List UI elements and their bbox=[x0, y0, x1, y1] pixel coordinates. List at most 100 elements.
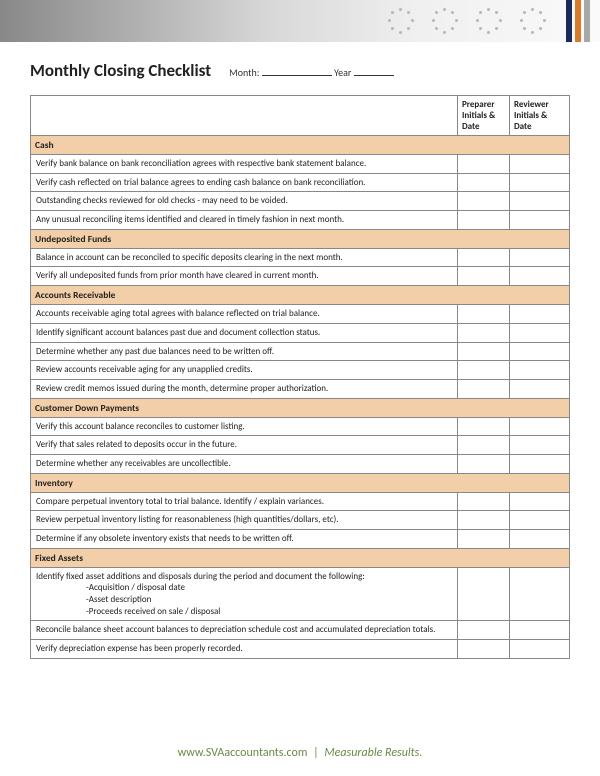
preparer-cell[interactable] bbox=[458, 379, 510, 398]
preparer-cell[interactable] bbox=[458, 192, 510, 211]
item-text: Verify that sales related to deposits oc… bbox=[31, 436, 458, 455]
item-text: Accounts receivable aging total agrees w… bbox=[31, 305, 458, 324]
preparer-cell[interactable] bbox=[458, 305, 510, 324]
preparer-cell[interactable] bbox=[458, 361, 510, 380]
month-input-line[interactable] bbox=[262, 66, 332, 76]
checklist-item: Verify depreciation expense has been pro… bbox=[31, 640, 570, 659]
preparer-cell[interactable] bbox=[458, 417, 510, 436]
top-banner bbox=[0, 0, 600, 42]
reviewer-cell[interactable] bbox=[510, 173, 570, 192]
checklist-item: Identify significant account balances pa… bbox=[31, 323, 570, 342]
section-label: Accounts Receivable bbox=[31, 286, 570, 305]
reviewer-cell[interactable] bbox=[510, 379, 570, 398]
reviewer-cell[interactable] bbox=[510, 155, 570, 174]
checklist-item: Reconcile balance sheet account balances… bbox=[31, 621, 570, 640]
item-text: Review perpetual inventory listing for r… bbox=[31, 511, 458, 530]
reviewer-cell[interactable] bbox=[510, 530, 570, 549]
decorative-dots bbox=[388, 8, 546, 34]
month-label: Month: bbox=[229, 66, 259, 79]
preparer-cell[interactable] bbox=[458, 155, 510, 174]
preparer-cell[interactable] bbox=[458, 248, 510, 267]
checklist-table: Preparer Initials & Date Reviewer Initia… bbox=[30, 95, 570, 659]
checklist-item: Balance in account can be reconciled to … bbox=[31, 248, 570, 267]
checklist-item: Review credit memos issued during the mo… bbox=[31, 379, 570, 398]
reviewer-cell[interactable] bbox=[510, 361, 570, 380]
preparer-cell[interactable] bbox=[458, 454, 510, 473]
item-text: Verify bank balance on bank reconciliati… bbox=[31, 155, 458, 174]
checklist-item: Review accounts receivable aging for any… bbox=[31, 361, 570, 380]
checklist-item: Verify bank balance on bank reconciliati… bbox=[31, 155, 570, 174]
item-text: Verify cash reflected on trial balance a… bbox=[31, 173, 458, 192]
item-text: Review accounts receivable aging for any… bbox=[31, 361, 458, 380]
page-title: Monthly Closing Checklist bbox=[30, 60, 211, 81]
item-text: Balance in account can be reconciled to … bbox=[31, 248, 458, 267]
reviewer-cell[interactable] bbox=[510, 567, 570, 621]
reviewer-cell[interactable] bbox=[510, 192, 570, 211]
preparer-cell[interactable] bbox=[458, 323, 510, 342]
preparer-cell[interactable] bbox=[458, 436, 510, 455]
reviewer-cell[interactable] bbox=[510, 436, 570, 455]
item-text: Any unusual reconciling items identified… bbox=[31, 211, 458, 230]
section-header: Customer Down Payments bbox=[31, 398, 570, 417]
year-label: Year bbox=[334, 66, 351, 79]
col-preparer: Preparer Initials & Date bbox=[458, 96, 510, 136]
reviewer-cell[interactable] bbox=[510, 211, 570, 230]
checklist-item: Determine if any obsolete inventory exis… bbox=[31, 530, 570, 549]
checklist-item: Verify this account balance reconciles t… bbox=[31, 417, 570, 436]
preparer-cell[interactable] bbox=[458, 640, 510, 659]
checklist-item: Verify all undeposited funds from prior … bbox=[31, 267, 570, 286]
preparer-cell[interactable] bbox=[458, 567, 510, 621]
section-header: Fixed Assets bbox=[31, 548, 570, 567]
item-text: Identify significant account balances pa… bbox=[31, 323, 458, 342]
col-task bbox=[31, 96, 458, 136]
section-label: Inventory bbox=[31, 473, 570, 492]
reviewer-cell[interactable] bbox=[510, 323, 570, 342]
checklist-item: Determine whether any past due balances … bbox=[31, 342, 570, 361]
footer-tagline: Measurable Results. bbox=[324, 746, 422, 760]
preparer-cell[interactable] bbox=[458, 342, 510, 361]
preparer-cell[interactable] bbox=[458, 530, 510, 549]
preparer-cell[interactable] bbox=[458, 621, 510, 640]
section-label: Cash bbox=[31, 136, 570, 155]
month-field[interactable]: Month: Year bbox=[229, 66, 393, 79]
reviewer-cell[interactable] bbox=[510, 640, 570, 659]
reviewer-cell[interactable] bbox=[510, 454, 570, 473]
footer-divider: | bbox=[313, 746, 319, 760]
item-text: Compare perpetual inventory total to tri… bbox=[31, 492, 458, 511]
reviewer-cell[interactable] bbox=[510, 248, 570, 267]
reviewer-cell[interactable] bbox=[510, 267, 570, 286]
reviewer-cell[interactable] bbox=[510, 417, 570, 436]
item-text: Identify fixed asset additions and dispo… bbox=[31, 567, 458, 621]
col-reviewer: Reviewer Initials & Date bbox=[510, 96, 570, 136]
preparer-cell[interactable] bbox=[458, 267, 510, 286]
item-text: Verify depreciation expense has been pro… bbox=[31, 640, 458, 659]
item-text: Verify all undeposited funds from prior … bbox=[31, 267, 458, 286]
reviewer-cell[interactable] bbox=[510, 342, 570, 361]
preparer-cell[interactable] bbox=[458, 173, 510, 192]
reviewer-cell[interactable] bbox=[510, 305, 570, 324]
year-input-line[interactable] bbox=[354, 66, 394, 76]
checklist-item: Review perpetual inventory listing for r… bbox=[31, 511, 570, 530]
section-label: Undeposited Funds bbox=[31, 229, 570, 248]
checklist-item: Compare perpetual inventory total to tri… bbox=[31, 492, 570, 511]
checklist-item: Accounts receivable aging total agrees w… bbox=[31, 305, 570, 324]
reviewer-cell[interactable] bbox=[510, 621, 570, 640]
item-text: Determine whether any receivables are un… bbox=[31, 454, 458, 473]
preparer-cell[interactable] bbox=[458, 211, 510, 230]
item-text: Determine if any obsolete inventory exis… bbox=[31, 530, 458, 549]
section-header: Cash bbox=[31, 136, 570, 155]
reviewer-cell[interactable] bbox=[510, 492, 570, 511]
checklist-item: Outstanding checks reviewed for old chec… bbox=[31, 192, 570, 211]
item-text: Reconcile balance sheet account balances… bbox=[31, 621, 458, 640]
preparer-cell[interactable] bbox=[458, 492, 510, 511]
section-header: Accounts Receivable bbox=[31, 286, 570, 305]
reviewer-cell[interactable] bbox=[510, 511, 570, 530]
checklist-item: Any unusual reconciling items identified… bbox=[31, 211, 570, 230]
item-text: Review credit memos issued during the mo… bbox=[31, 379, 458, 398]
section-label: Fixed Assets bbox=[31, 548, 570, 567]
checklist-item: Verify cash reflected on trial balance a… bbox=[31, 173, 570, 192]
checklist-item: Verify that sales related to deposits oc… bbox=[31, 436, 570, 455]
preparer-cell[interactable] bbox=[458, 511, 510, 530]
footer: www.SVAaccountants.com | Measurable Resu… bbox=[0, 746, 600, 760]
item-text: Outstanding checks reviewed for old chec… bbox=[31, 192, 458, 211]
